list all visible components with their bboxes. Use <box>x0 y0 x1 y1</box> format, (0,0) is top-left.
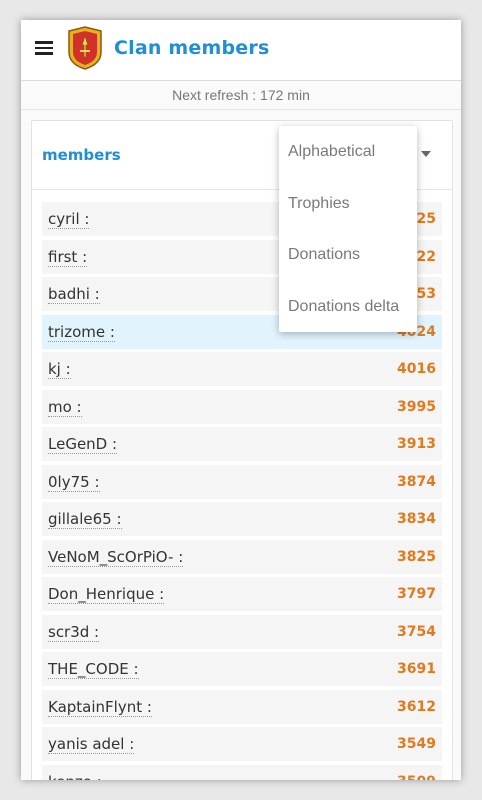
sort-dropdown: Alphabetical Trophies Donations Donation… <box>279 126 417 332</box>
member-trophies: 3834 <box>397 511 436 527</box>
member-row[interactable]: kenzo : 3509 <box>42 764 442 781</box>
member-row[interactable]: Don_Henrique : 3797 <box>42 576 442 614</box>
member-name[interactable]: LeGenD : <box>48 435 118 454</box>
page-title: Clan members <box>114 37 270 59</box>
member-trophies: 3995 <box>397 398 436 415</box>
sort-option-trophies[interactable]: Trophies <box>288 195 350 213</box>
member-trophies: 3509 <box>397 774 436 781</box>
member-trophies: 3612 <box>397 698 436 715</box>
member-name[interactable]: mo : <box>48 398 82 417</box>
member-name[interactable]: cyril : <box>48 210 90 229</box>
member-trophies: 4016 <box>397 361 436 377</box>
clan-shield-logo <box>68 26 102 70</box>
member-trophies: 3754 <box>397 623 436 640</box>
refresh-status: Next refresh : 172 min <box>21 81 461 110</box>
row-background <box>42 352 442 386</box>
sort-option-alphabetical[interactable]: Alphabetical <box>288 143 375 161</box>
sort-option-donations-delta[interactable]: Donations delta <box>288 298 399 316</box>
sort-option-donations[interactable]: Donations <box>288 246 360 264</box>
app-bar: Clan members <box>21 20 461 81</box>
member-row[interactable]: VeNoM_ScOrPiO- : 3825 <box>42 539 442 577</box>
hamburger-icon[interactable] <box>30 34 58 62</box>
member-name[interactable]: THE_CODE : <box>48 660 139 679</box>
member-trophies: 3825 <box>397 548 436 565</box>
member-name[interactable]: 0ly75 : <box>48 473 100 492</box>
member-trophies: 3797 <box>397 586 436 602</box>
member-row[interactable]: 0ly75 : 3874 <box>42 464 442 502</box>
member-trophies: 3691 <box>397 661 436 677</box>
caret-down-icon[interactable] <box>421 151 431 157</box>
member-name[interactable]: yanis adel : <box>48 735 135 754</box>
member-row[interactable]: LeGenD : 3913 <box>42 426 442 464</box>
member-row[interactable]: THE_CODE : 3691 <box>42 651 442 689</box>
member-trophies: 3874 <box>397 473 436 490</box>
member-name[interactable]: kj : <box>48 360 71 379</box>
member-trophies: 3549 <box>397 736 436 752</box>
member-name[interactable]: first : <box>48 248 88 267</box>
row-background <box>42 764 442 780</box>
member-name[interactable]: badhi : <box>48 285 100 304</box>
row-background <box>42 464 442 499</box>
row-background <box>42 614 442 649</box>
card-title: members <box>42 146 121 164</box>
member-name[interactable]: gillale65 : <box>48 510 122 529</box>
row-background <box>42 389 442 424</box>
member-name[interactable]: VeNoM_ScOrPiO- : <box>48 548 184 567</box>
member-row[interactable]: gillale65 : 3834 <box>42 501 442 539</box>
member-trophies: 3913 <box>397 436 436 452</box>
member-name[interactable]: Don_Henrique : <box>48 585 165 604</box>
member-row[interactable]: yanis adel : 3549 <box>42 726 442 764</box>
member-name[interactable]: KaptainFlynt : <box>48 698 152 717</box>
member-row[interactable]: KaptainFlynt : 3612 <box>42 689 442 727</box>
member-name[interactable]: trizome : <box>48 323 115 342</box>
member-name[interactable]: scr3d : <box>48 623 100 642</box>
member-name[interactable]: kenzo : <box>48 773 102 781</box>
member-row[interactable]: scr3d : 3754 <box>42 614 442 652</box>
member-row[interactable]: kj : 4016 <box>42 351 442 389</box>
member-row[interactable]: mo : 3995 <box>42 389 442 427</box>
phone-screen: Clan members Next refresh : 172 min memb… <box>21 20 461 780</box>
